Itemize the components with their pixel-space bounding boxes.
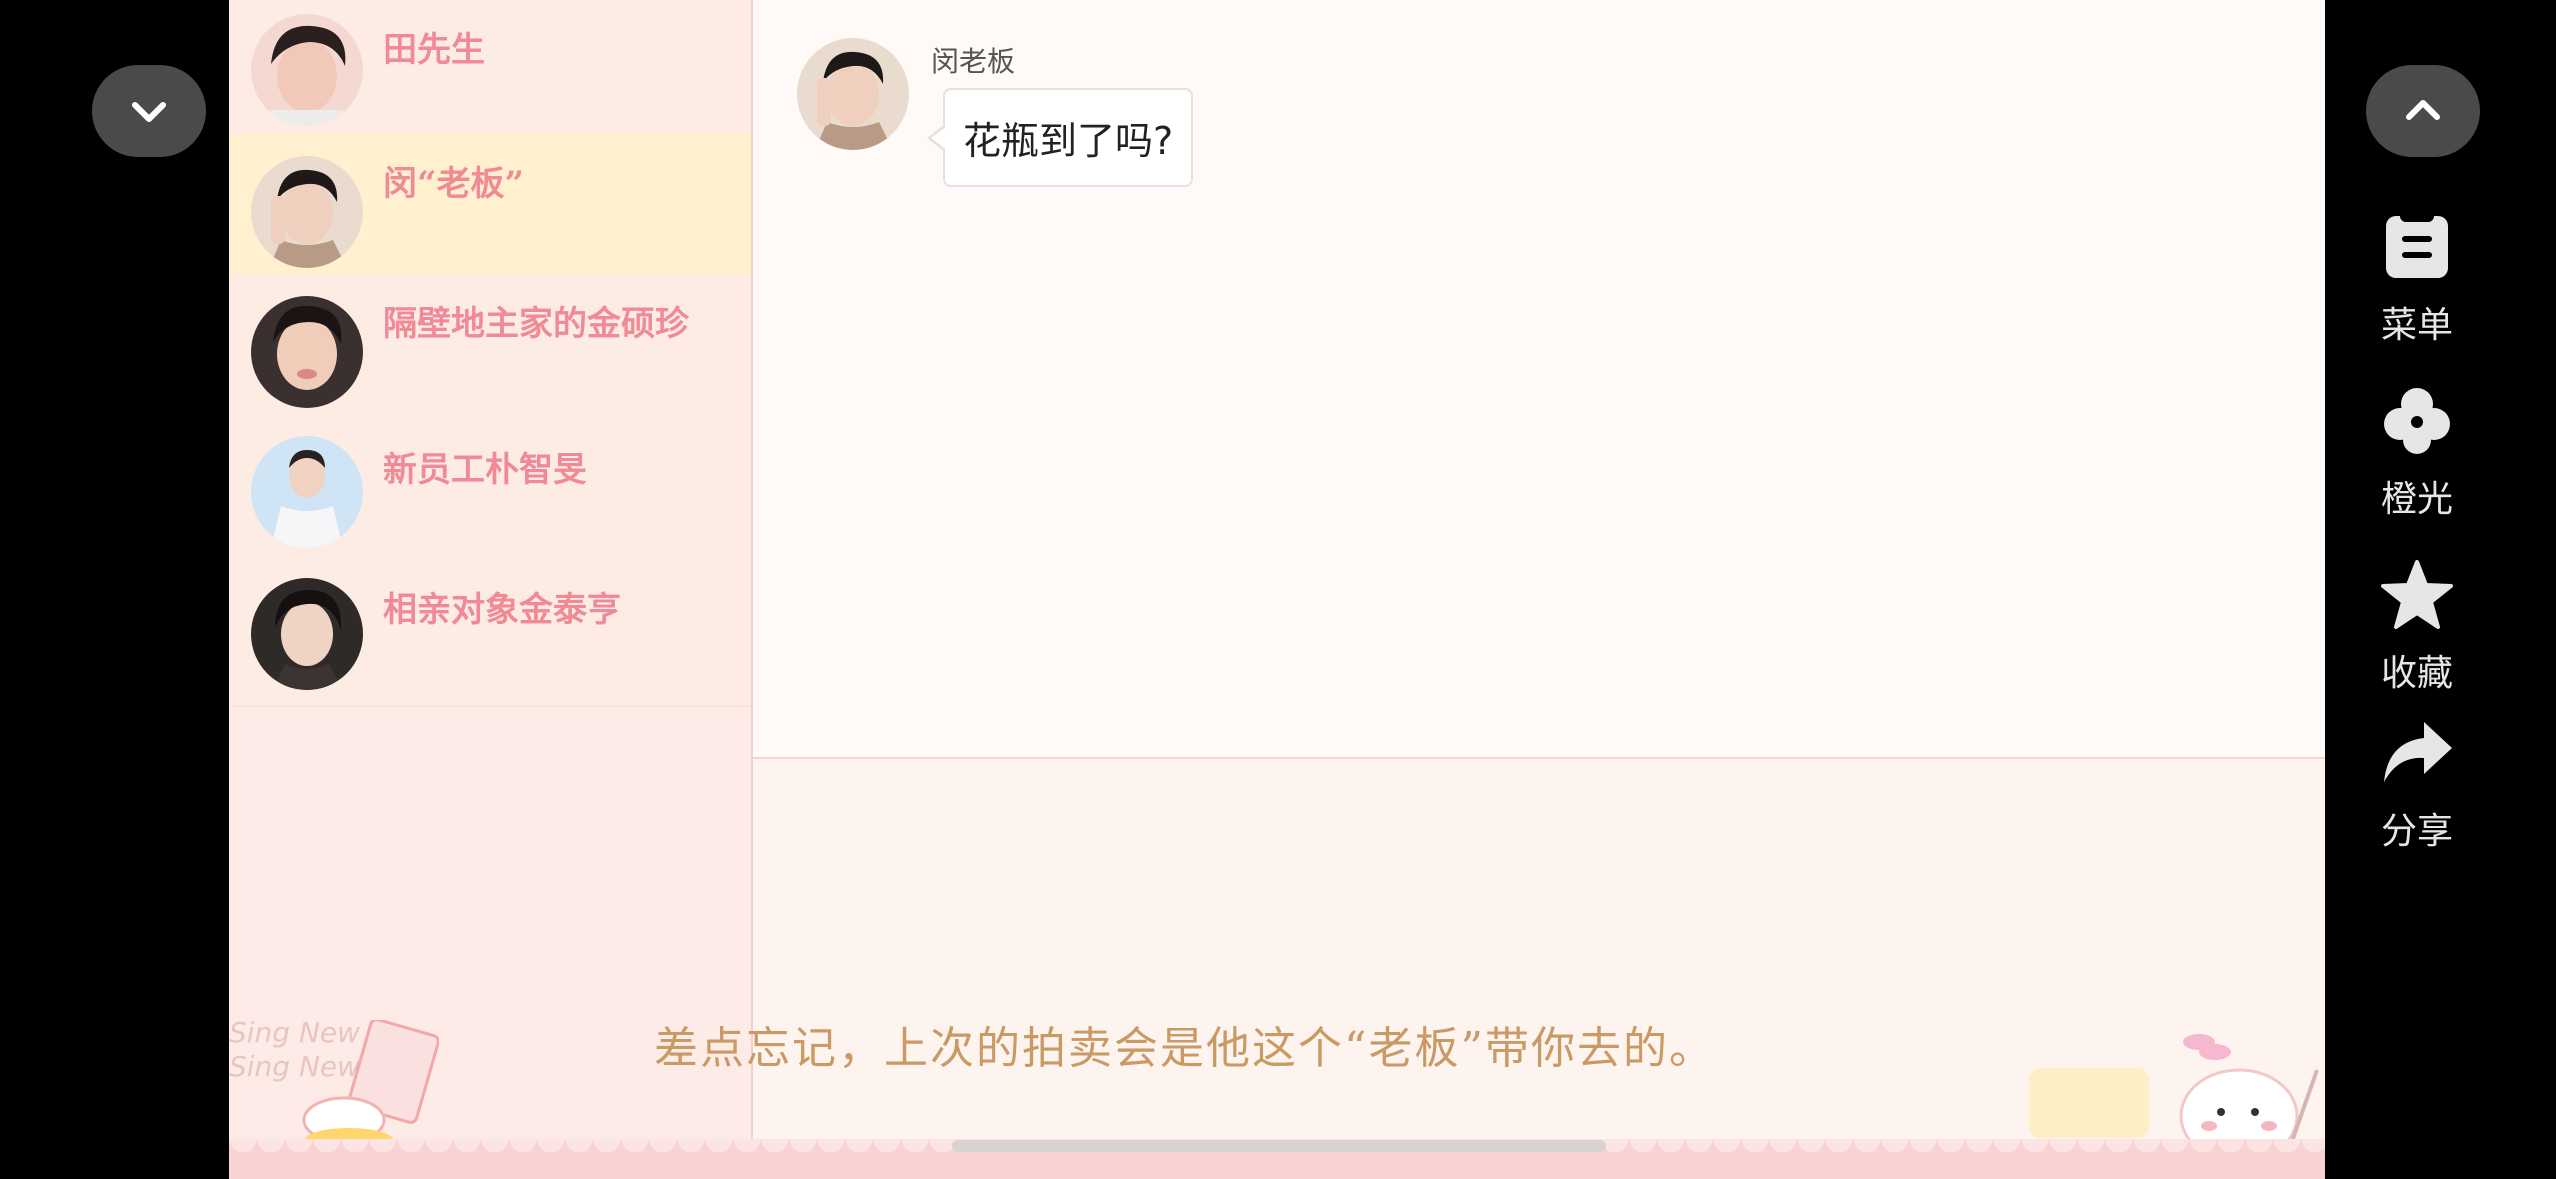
avatar [251,14,363,126]
collapse-button[interactable] [92,65,206,157]
narration-text: 差点忘记，上次的拍卖会是他这个“老板”带你去的。 [654,1023,1715,1074]
menu-label: 菜单 [2380,305,2453,346]
orange-light-button[interactable]: 橙光 [2365,384,2469,522]
favorite-button[interactable]: 收藏 [2365,558,2469,696]
avatar [251,296,363,408]
share-icon [2384,722,2452,782]
game-screen: 田先生 闵“老板” 隔壁地主家的金硕珍 新员工朴智旻 相亲对象金泰亨 闵老板 花… [229,0,2325,1179]
chevron-down-icon [132,102,166,122]
contact-name: 田先生 [383,30,485,70]
cat-sticker-icon [2029,1030,2325,1164]
menu-icon [2386,210,2448,278]
chat-panel: 闵老板 花瓶到了吗? [753,0,2325,759]
avatar [251,156,363,268]
orange-light-label: 橙光 [2380,479,2453,520]
contact-name: 新员工朴智旻 [383,450,587,490]
contact-item[interactable]: 田先生 [229,0,751,141]
sender-name: 闵老板 [931,45,1016,78]
message-bubble: 花瓶到了吗? [926,88,1194,187]
contact-list: 田先生 闵“老板” 隔壁地主家的金硕珍 新员工朴智旻 相亲对象金泰亨 [229,0,753,1179]
share-button[interactable]: 分享 [2365,716,2469,854]
expand-button[interactable] [2366,65,2480,157]
contact-item[interactable]: 隔壁地主家的金硕珍 [229,274,751,421]
cake-sticker-icon [289,1017,440,1154]
contact-name: 隔壁地主家的金硕珍 [383,304,689,344]
avatar [251,578,363,690]
favorite-label: 收藏 [2380,653,2453,694]
share-label: 分享 [2380,811,2453,852]
star-icon [2381,560,2453,629]
home-indicator[interactable] [952,1140,1606,1152]
chevron-up-icon [2406,100,2440,120]
contact-name: 相亲对象金泰亨 [383,590,621,630]
menu-button[interactable]: 菜单 [2365,210,2469,348]
clover-icon [2384,388,2450,454]
contact-name: 闵“老板” [383,164,525,204]
avatar [251,436,363,548]
contact-item[interactable]: 相亲对象金泰亨 [229,560,751,707]
contact-item[interactable]: 新员工朴智旻 [229,420,751,561]
sender-avatar [797,38,909,150]
contact-item-active[interactable]: 闵“老板” [229,134,751,275]
